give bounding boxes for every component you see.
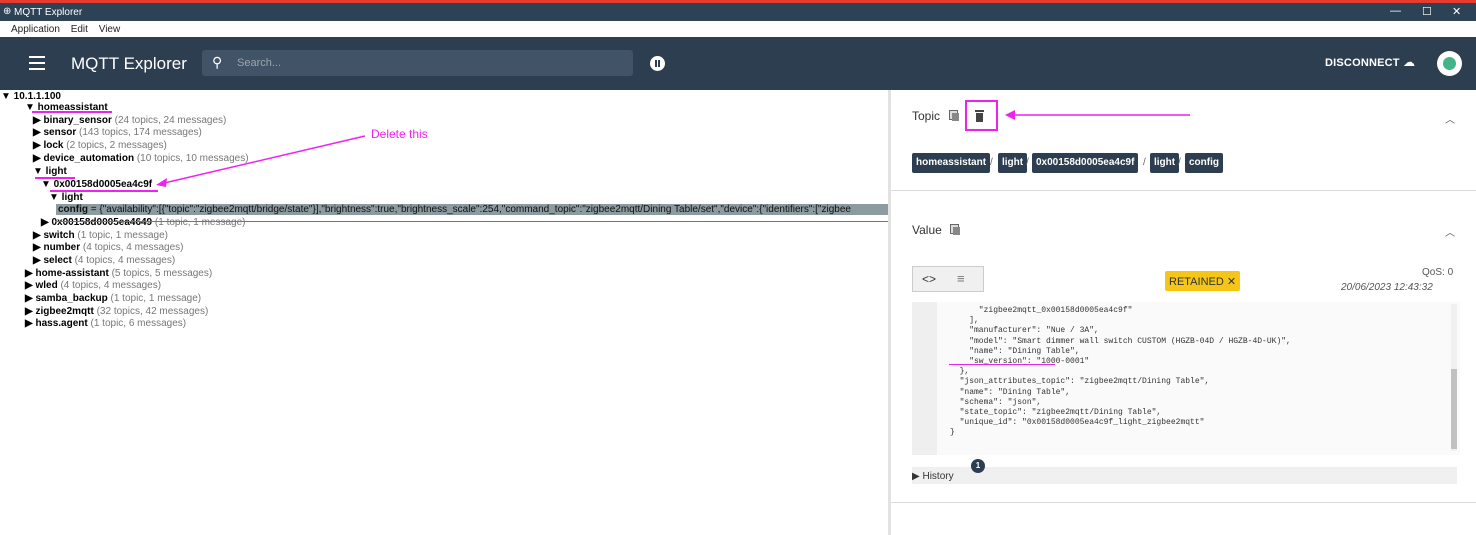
annotation-underline-device (50, 190, 158, 192)
topic-tree: ▼ 10.1.1.100 ▼ homeassistant ▶ binary_se… (0, 90, 888, 535)
hamburger-menu-icon[interactable] (29, 56, 45, 70)
value-label: Value (912, 223, 942, 237)
annotation-underline-light (35, 177, 75, 179)
tree-node-binary-sensor[interactable]: ▶ binary_sensor (24 topics, 24 messages) (33, 115, 226, 126)
history-label: ▶ History (912, 471, 954, 482)
copy-topic-icon[interactable] (949, 110, 959, 121)
tree-node-sensor[interactable]: ▶ sensor (143 topics, 174 messages) (33, 127, 202, 138)
history-count-badge: 1 (971, 459, 985, 473)
code-scrollbar[interactable] (1451, 304, 1457, 451)
tree-node-lock[interactable]: ▶ lock (2 topics, 2 messages) (33, 140, 167, 151)
topic-label: Topic (912, 109, 941, 123)
details-panel: Topic ︿ homeassistant / light / 0x00158d… (891, 90, 1476, 535)
value-code-viewer[interactable]: "zigbee2mqtt_0x00158d0005ea4c9f" ], "man… (912, 302, 1460, 455)
tree-node-device-automation[interactable]: ▶ device_automation (10 topics, 10 messa… (33, 153, 249, 164)
annotation-delete-text: Delete this (371, 127, 428, 141)
breadcrumb-config[interactable]: config (1185, 153, 1223, 173)
tree-node-samba-backup[interactable]: ▶ samba_backup (1 topic, 1 message) (25, 293, 201, 304)
menu-application[interactable]: Application (11, 24, 60, 35)
annotation-underline-homeassistant (32, 111, 112, 113)
tree-node-device-4649[interactable]: ▶ 0x00158d0005ea4649 (1 topic, 1 message… (41, 217, 246, 228)
code-view-icon[interactable]: <> (922, 272, 936, 286)
search-input[interactable]: ⚲ Search... (202, 50, 633, 76)
tree-node-zigbee2mqtt[interactable]: ▶ zigbee2mqtt (32 topics, 42 messages) (25, 306, 208, 317)
tree-node-device-4c9f[interactable]: ▼ 0x00158d0005ea4c9f (41, 179, 152, 190)
menu-edit[interactable]: Edit (71, 24, 88, 35)
pause-icon[interactable] (650, 56, 665, 71)
app-icon: ⊕ (3, 6, 12, 17)
tree-node-wled[interactable]: ▶ wled (4 topics, 4 messages) (25, 280, 161, 291)
app-header: MQTT Explorer ⚲ Search... DISCONNECT ☁ (0, 37, 1476, 90)
cloud-off-icon: ☁ (1403, 55, 1415, 69)
search-placeholder: Search... (237, 57, 282, 69)
disconnect-button[interactable]: DISCONNECT (1325, 57, 1400, 69)
annotation-highlight-box (965, 100, 998, 131)
tree-node-select[interactable]: ▶ select (4 topics, 4 messages) (33, 255, 175, 266)
collapse-topic-icon[interactable]: ︿ (1445, 111, 1455, 126)
message-timestamp: 20/06/2023 12:43:32 (1341, 282, 1433, 293)
tree-node-number[interactable]: ▶ number (4 topics, 4 messages) (33, 242, 184, 253)
retained-badge[interactable]: RETAINED ✕ (1165, 271, 1241, 291)
tree-node-light-sub[interactable]: ▼ light (49, 192, 83, 203)
tree-root[interactable]: ▼ 10.1.1.100 (1, 91, 61, 102)
window-titlebar: ⊕ MQTT Explorer — ☐ ✕ (0, 0, 1476, 21)
avatar[interactable] (1437, 51, 1462, 76)
menu-bar: Application Edit View (0, 21, 1476, 37)
tree-node-light[interactable]: ▼ light (33, 166, 67, 177)
copy-value-icon[interactable] (950, 224, 960, 235)
window-title: MQTT Explorer (14, 7, 83, 18)
search-icon: ⚲ (212, 54, 223, 70)
breadcrumb-homeassistant[interactable]: homeassistant (912, 153, 991, 173)
view-mode-toggle[interactable]: <> ≡ (912, 266, 984, 292)
breadcrumb-light[interactable]: light (998, 153, 1028, 173)
annotation-underline-name (949, 364, 1055, 365)
close-button[interactable]: ✕ (1452, 5, 1461, 18)
history-section[interactable]: ▶ History (912, 467, 1457, 484)
tree-node-switch[interactable]: ▶ switch (1 topic, 1 message) (33, 230, 168, 241)
code-gutter (912, 302, 937, 455)
qos-value: QoS: 0 (1422, 267, 1454, 278)
scrollbar-thumb[interactable] (1451, 369, 1457, 449)
app-title: MQTT Explorer (71, 54, 187, 73)
tree-node-config-selected[interactable]: config = {"availability":[{"topic":"zigb… (56, 204, 888, 215)
minimize-button[interactable]: — (1390, 5, 1401, 17)
menu-view[interactable]: View (99, 24, 121, 35)
breadcrumb-light-sub[interactable]: light (1150, 153, 1180, 173)
tree-node-home-assistant[interactable]: ▶ home-assistant (5 topics, 5 messages) (25, 268, 212, 279)
raw-view-icon[interactable]: ≡ (957, 271, 965, 286)
code-content: "zigbee2mqtt_0x00158d0005ea4c9f" ], "man… (950, 306, 1291, 438)
breadcrumb-device[interactable]: 0x00158d0005ea4c9f (1032, 153, 1139, 173)
maximize-button[interactable]: ☐ (1422, 5, 1432, 18)
tree-node-hass-agent[interactable]: ▶ hass.agent (1 topic, 6 messages) (25, 318, 186, 329)
annotation-underline-config (55, 221, 888, 222)
collapse-value-icon[interactable]: ︿ (1445, 224, 1455, 239)
